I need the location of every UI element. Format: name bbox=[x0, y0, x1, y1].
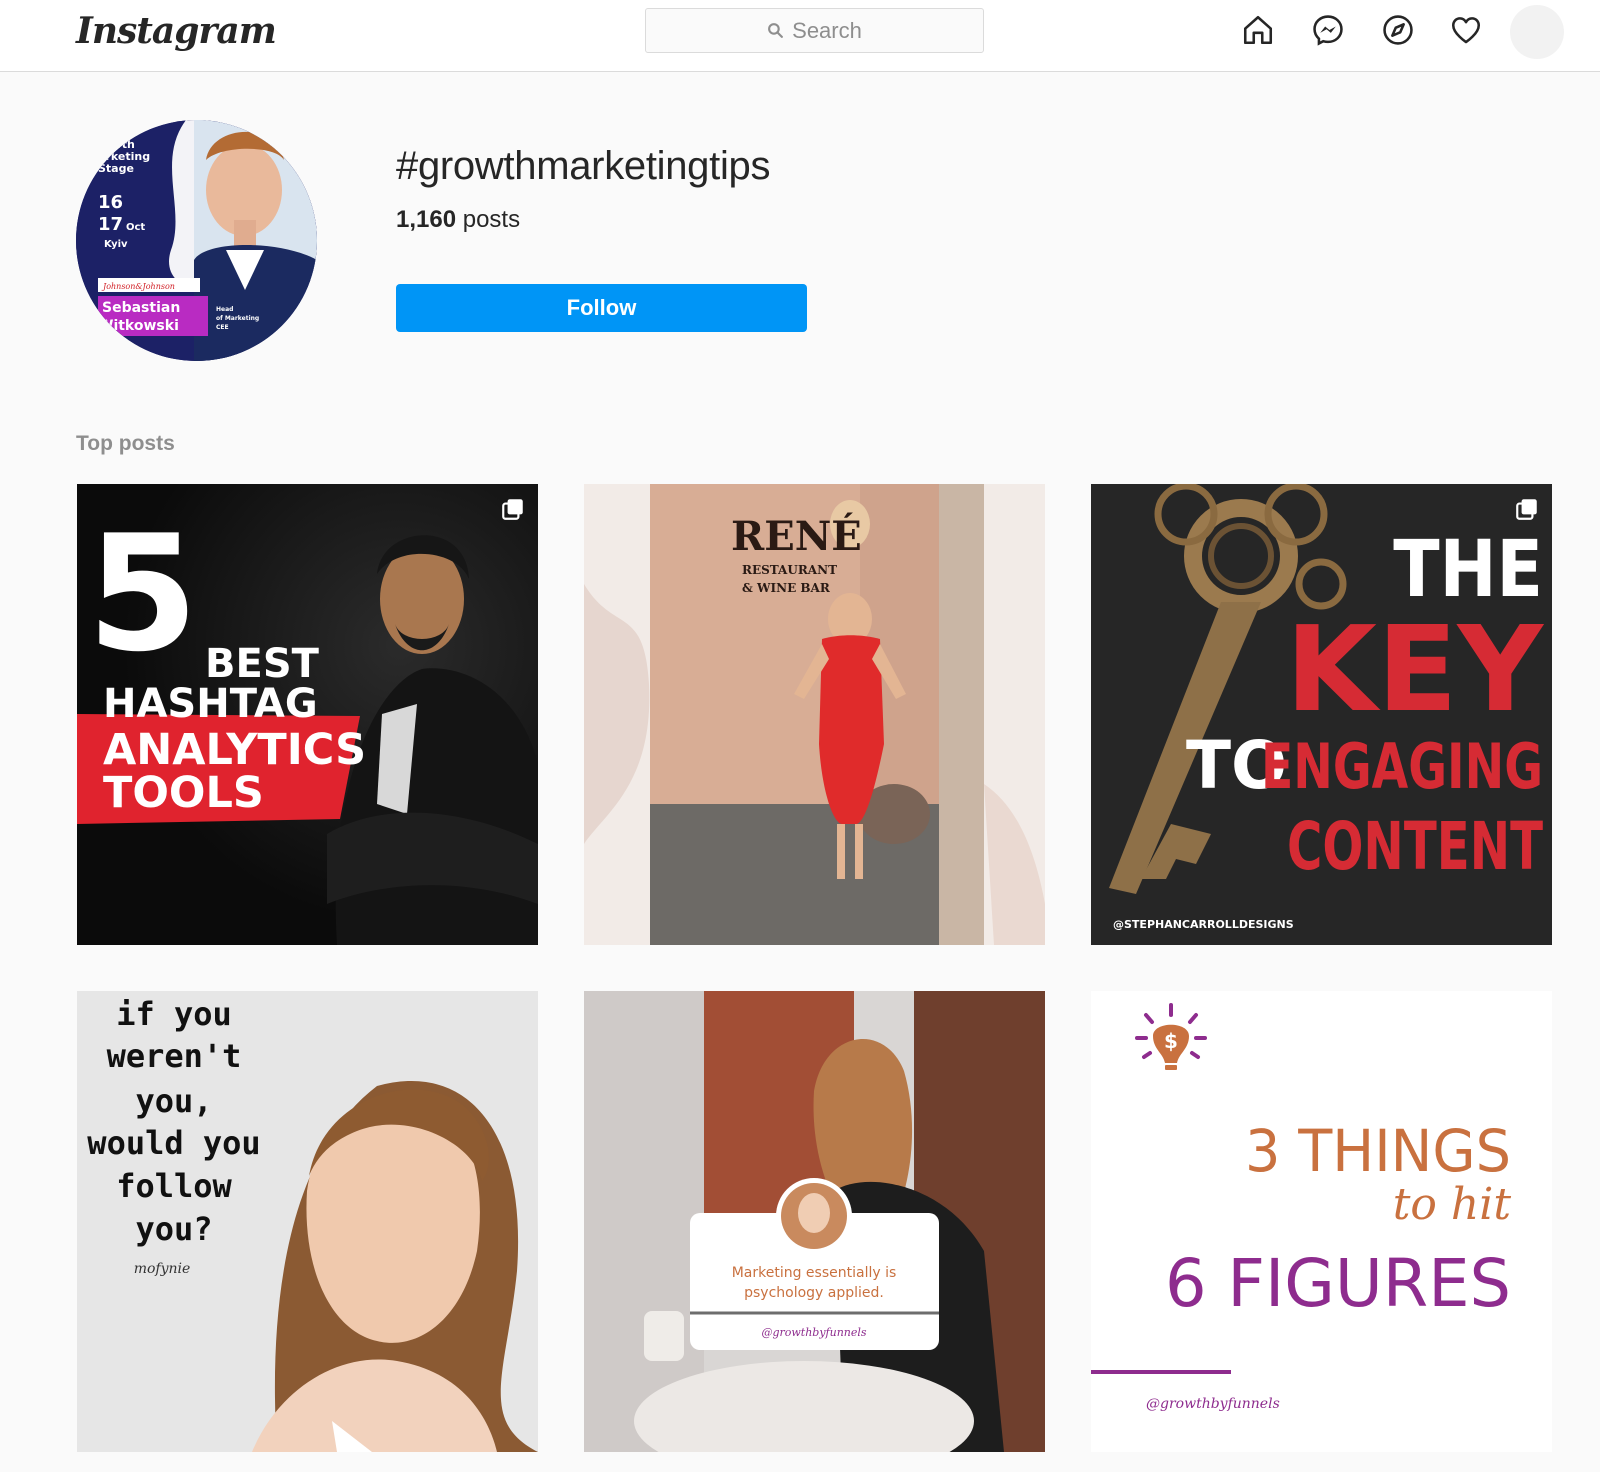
post-tile[interactable]: if you weren't you, would you follow you… bbox=[77, 991, 538, 1452]
post-text: KEY bbox=[1286, 600, 1545, 738]
profile-pic-text: Stage bbox=[98, 162, 134, 175]
post-text: RESTAURANT bbox=[742, 563, 837, 577]
instagram-logo[interactable]: Instagram bbox=[76, 10, 277, 52]
profile-pic-text: Witkowski bbox=[98, 318, 179, 334]
post-text: @STEPHANCARROLLDESIGNS bbox=[1113, 918, 1294, 931]
top-nav-bar: Instagram Search bbox=[0, 0, 1600, 72]
post-text: to hit bbox=[1393, 1179, 1512, 1230]
post-text: weren't bbox=[107, 1037, 242, 1075]
hashtag-title: #growthmarketingtips bbox=[396, 144, 771, 188]
post-text: 3 THINGS bbox=[1245, 1117, 1511, 1185]
search-icon bbox=[768, 23, 784, 38]
post-text: 6 FIGURES bbox=[1165, 1245, 1511, 1322]
activity-heart-icon[interactable] bbox=[1448, 12, 1484, 48]
profile-pic-text: 16 bbox=[98, 192, 123, 213]
post-text: mofynie bbox=[134, 1261, 191, 1277]
post-text: you? bbox=[135, 1210, 212, 1248]
home-icon[interactable] bbox=[1240, 12, 1276, 48]
post-text: ENGAGING bbox=[1261, 730, 1543, 803]
post-text: @growthbyfunnels bbox=[1146, 1396, 1280, 1412]
profile-pic-text: of Marketing bbox=[216, 315, 259, 322]
top-posts-heading: Top posts bbox=[76, 432, 175, 455]
profile-pic-text: Head bbox=[216, 306, 233, 313]
post-text: 5 bbox=[87, 500, 198, 687]
post-tile[interactable]: 5 BEST HASHTAG ANALYTICS TOOLS bbox=[77, 484, 538, 945]
post-text: if you bbox=[116, 995, 232, 1033]
hashtag-profile-picture: owth arketing Stage 16 17 Oct Kyiv Johns… bbox=[76, 120, 317, 361]
post-tile[interactable]: THE KEY TO ENGAGING CONTENT @STEPHANCARR… bbox=[1091, 484, 1552, 945]
carousel-icon bbox=[1516, 499, 1537, 520]
post-tile[interactable]: Marketing essentially is psychology appl… bbox=[584, 991, 1045, 1452]
profile-pic-text: Johnson&Johnson bbox=[101, 282, 175, 291]
profile-pic-text: Oct bbox=[126, 222, 145, 233]
explore-icon[interactable] bbox=[1380, 12, 1416, 48]
post-text: @growthbyfunnels bbox=[761, 1326, 866, 1339]
post-text: Marketing essentially is bbox=[732, 1265, 897, 1281]
posts-count-value: 1,160 bbox=[396, 206, 457, 233]
post-text: TOOLS bbox=[103, 768, 264, 818]
profile-avatar[interactable] bbox=[1510, 5, 1564, 59]
post-text: HASHTAG bbox=[103, 681, 318, 727]
post-text: CONTENT bbox=[1287, 808, 1543, 885]
profile-pic-text: Kyiv bbox=[104, 239, 128, 250]
post-tile[interactable]: RENÉ RESTAURANT & WINE BAR bbox=[584, 484, 1045, 945]
svg-text:$: $ bbox=[1164, 1029, 1178, 1053]
post-tile[interactable]: $ 3 THINGS to hit 6 FIGURES @growthbyfun… bbox=[1091, 991, 1552, 1452]
search-placeholder: Search bbox=[792, 17, 862, 43]
posts-count: 1,160 posts bbox=[396, 206, 520, 234]
post-text: you, bbox=[135, 1082, 212, 1120]
post-text: & WINE BAR bbox=[742, 581, 831, 595]
post-text: follow bbox=[116, 1167, 232, 1205]
post-text: would you bbox=[87, 1124, 260, 1162]
profile-pic-text: CEE bbox=[216, 324, 229, 331]
post-text: psychology applied. bbox=[744, 1285, 884, 1301]
search-input[interactable]: Search bbox=[645, 8, 984, 53]
follow-button[interactable]: Follow bbox=[396, 284, 807, 332]
profile-pic-text: 17 bbox=[98, 214, 123, 235]
profile-pic-text: Sebastian bbox=[102, 300, 180, 316]
carousel-icon bbox=[502, 499, 523, 520]
post-text: RENÉ bbox=[731, 513, 862, 560]
posts-count-label: posts bbox=[462, 206, 521, 233]
messenger-icon[interactable] bbox=[1310, 12, 1346, 48]
